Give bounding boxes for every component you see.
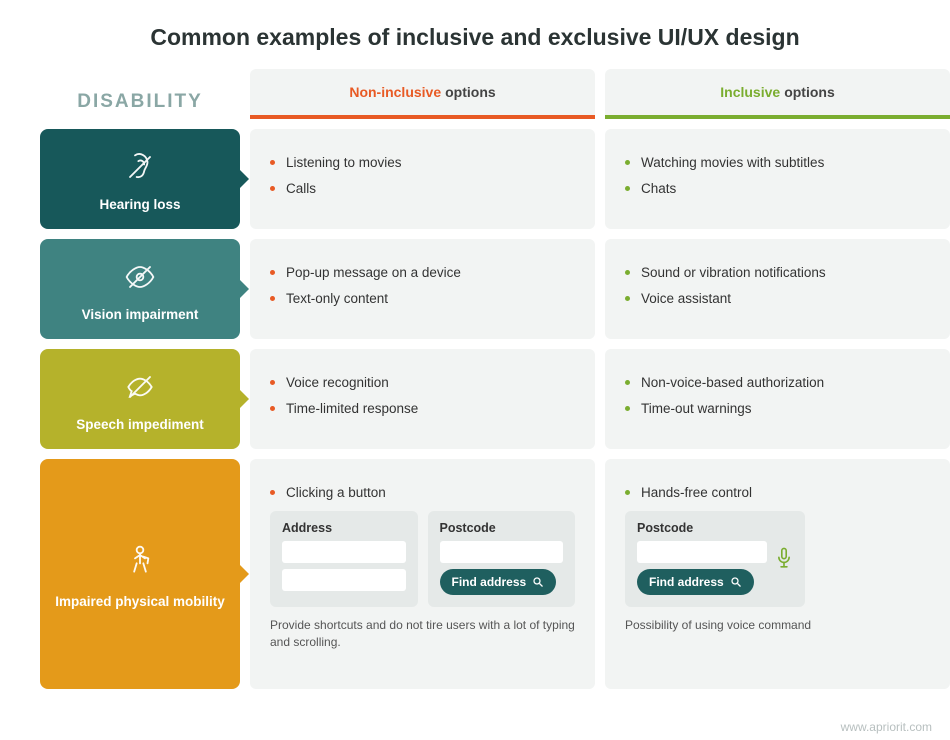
postcode-label: Postcode (440, 521, 564, 535)
address-label: Address (282, 521, 406, 535)
ear-off-icon (120, 147, 160, 187)
speech-off-icon (120, 367, 160, 407)
tab-label: Speech impediment (76, 417, 204, 432)
noninclusive-accent: Non-inclusive (349, 84, 441, 100)
button-label: Find address (452, 575, 527, 589)
noninc-cell-1: Pop-up message on a device Text-only con… (250, 239, 595, 339)
postcode-form-group-inc: Postcode Find address (625, 511, 805, 607)
inclusive-accent: Inclusive (720, 84, 780, 100)
tab-impaired-mobility: Impaired physical mobility (40, 459, 240, 689)
list-item: Pop-up message on a device (270, 263, 575, 283)
list-item: Time-out warnings (625, 399, 930, 419)
list-item: Listening to movies (270, 153, 575, 173)
button-label: Find address (649, 575, 724, 589)
inclusive-header: Inclusive options (605, 69, 950, 119)
footer-credit: www.apriorit.com (841, 720, 932, 734)
tab-label: Vision impairment (82, 307, 199, 322)
list-item: Voice recognition (270, 373, 575, 393)
list-item: Voice assistant (625, 289, 930, 309)
list-item: Non-voice-based authorization (625, 373, 930, 393)
inc-cell-1: Sound or vibration notifications Voice a… (605, 239, 950, 339)
postcode-form-group: Postcode Find address (428, 511, 576, 607)
search-icon (532, 576, 544, 588)
tab-speech-impediment: Speech impediment (40, 349, 240, 449)
eye-off-icon (120, 257, 160, 297)
postcode-input-inc[interactable] (637, 541, 767, 563)
noninc-cell-3: Clicking a button Address Postcode Find … (250, 459, 595, 689)
tab-vision-impairment: Vision impairment (40, 239, 240, 339)
inc-caption: Possibility of using voice command (625, 617, 930, 634)
find-address-button[interactable]: Find address (440, 569, 557, 595)
noninc-cell-0: Listening to movies Calls (250, 129, 595, 229)
mobility-icon (120, 540, 160, 580)
list-item: Hands-free control (625, 483, 930, 503)
postcode-input[interactable] (440, 541, 564, 563)
address-form-group: Address (270, 511, 418, 607)
list-item: Chats (625, 179, 930, 199)
tab-label: Impaired physical mobility (55, 594, 225, 609)
inc-cell-2: Non-voice-based authorization Time-out w… (605, 349, 950, 449)
noninc-cell-2: Voice recognition Time-limited response (250, 349, 595, 449)
microphone-icon[interactable] (775, 547, 793, 569)
list-item: Watching movies with subtitles (625, 153, 930, 173)
list-item: Sound or vibration notifications (625, 263, 930, 283)
list-item: Calls (270, 179, 575, 199)
inc-cell-0: Watching movies with subtitles Chats (605, 129, 950, 229)
address-input-2[interactable] (282, 569, 406, 591)
noninclusive-rest: options (445, 84, 496, 100)
inc-cell-3: Hands-free control Postcode Find address (605, 459, 950, 689)
address-input-1[interactable] (282, 541, 406, 563)
tab-hearing-loss: Hearing loss (40, 129, 240, 229)
list-item: Clicking a button (270, 483, 575, 503)
disability-header: DISABILITY (40, 69, 240, 119)
inclusive-rest: options (784, 84, 835, 100)
page-title: Common examples of inclusive and exclusi… (0, 0, 950, 69)
search-icon (730, 576, 742, 588)
find-address-button-inc[interactable]: Find address (637, 569, 754, 595)
tab-label: Hearing loss (99, 197, 180, 212)
noninc-caption: Provide shortcuts and do not tire users … (270, 617, 575, 651)
list-item: Time-limited response (270, 399, 575, 419)
postcode-label-inc: Postcode (637, 521, 767, 535)
list-item: Text-only content (270, 289, 575, 309)
noninclusive-header: Non-inclusive options (250, 69, 595, 119)
